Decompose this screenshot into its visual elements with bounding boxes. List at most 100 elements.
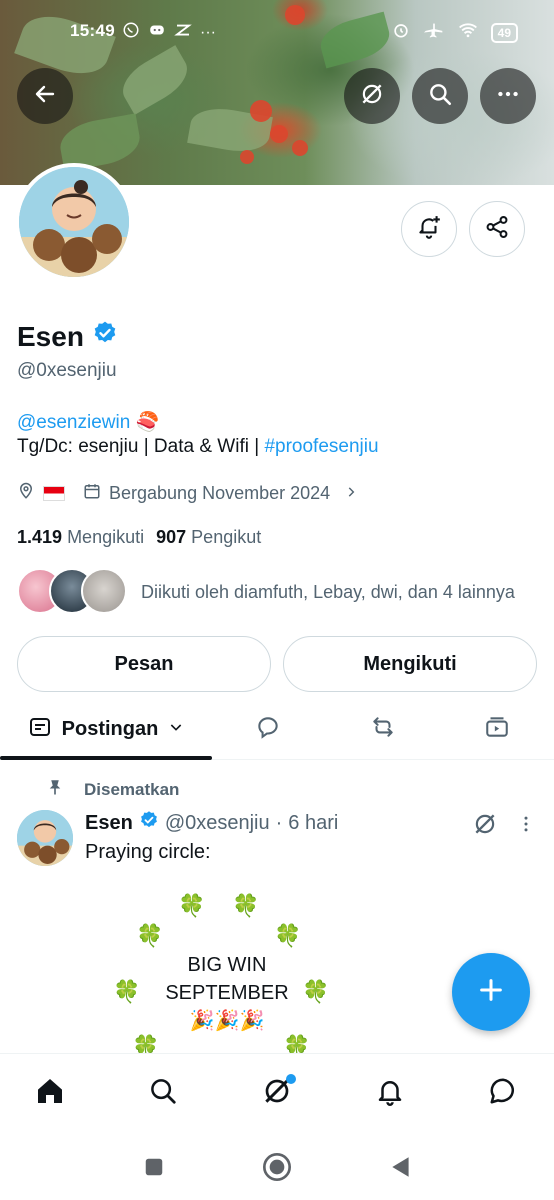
avatar	[81, 568, 127, 614]
repost-icon	[370, 714, 396, 745]
back-system-button[interactable]	[388, 1154, 414, 1185]
profile-handle: @0xesenjiu	[17, 360, 117, 381]
followers-link[interactable]: 907 Pengikut	[156, 527, 261, 548]
share-profile-button[interactable]	[469, 201, 525, 257]
tab-reposts[interactable]	[355, 700, 411, 758]
status-system-icons: 49	[391, 20, 518, 45]
followed-by-avatars[interactable]	[17, 568, 127, 614]
calendar-icon	[83, 482, 101, 505]
clover-emoji: 🍀	[136, 923, 164, 948]
bio-emoji: 🍣	[135, 412, 160, 433]
followed-by-text[interactable]: Diikuti oleh diamfuth, Lebay, dwi, dan 4…	[141, 582, 515, 603]
location-pin-icon	[17, 481, 35, 506]
more-options-button[interactable]	[480, 68, 536, 124]
bio-mention-link[interactable]: @esenziewin	[17, 412, 130, 433]
home-system-button[interactable]	[261, 1151, 293, 1188]
back-button[interactable]	[17, 68, 73, 124]
bio-hashtag-link[interactable]: #proofesenjiu	[264, 436, 378, 457]
party-emojis: 🎉🎉🎉	[189, 1010, 265, 1032]
follow-stats: 1.419 Mengikuti 907 Pengikut	[17, 527, 261, 548]
airplane-mode-icon	[423, 20, 445, 45]
pinned-indicator: Disematkan	[46, 777, 179, 802]
grok-button[interactable]	[344, 68, 400, 124]
tab-media[interactable]	[469, 700, 525, 758]
nav-home[interactable]	[33, 1076, 67, 1110]
notification-dot	[286, 1074, 296, 1084]
chat-bubble-icon	[488, 1076, 518, 1111]
media-icon	[484, 714, 510, 745]
status-notification-icons: ···	[122, 21, 216, 44]
grok-icon	[359, 81, 385, 112]
post-author-handle[interactable]: @0xesenjiu	[165, 812, 270, 835]
pinned-label: Disematkan	[84, 779, 180, 799]
post-separator: ·	[275, 811, 283, 834]
following-label: Mengikuti	[67, 527, 145, 547]
tab-posts[interactable]: Postingan	[0, 700, 212, 758]
chevron-down-icon	[168, 719, 184, 740]
chevron-right-icon[interactable]	[344, 483, 358, 504]
post-author-avatar[interactable]	[17, 810, 73, 866]
profile-avatar[interactable]	[15, 163, 133, 281]
status-time: 15:49	[70, 21, 115, 40]
clover-emoji: 🍀	[113, 979, 141, 1004]
battery-indicator: 49	[490, 22, 518, 43]
tab-replies[interactable]	[240, 700, 296, 758]
following-link[interactable]: 1.419 Mengikuti	[17, 527, 144, 548]
verified-badge-icon[interactable]	[92, 320, 118, 353]
bell-plus-icon	[416, 214, 442, 245]
nav-notifications[interactable]	[373, 1076, 407, 1110]
home-icon	[34, 1075, 66, 1112]
status-bar: 15:49 ··· 49	[0, 0, 554, 64]
big-win-line-2: SEPTEMBER	[165, 982, 289, 1004]
following-count: 1.419	[17, 527, 63, 547]
profile-name: Esen	[17, 320, 84, 352]
post-text: Praying circle:	[85, 841, 211, 863]
alarm-icon	[391, 20, 411, 45]
post-header: Esen @0xesenjiu · 6 hari	[85, 810, 338, 836]
bio-line-1: @esenziewin 🍣	[17, 410, 159, 434]
bio-line-2: Tg/Dc: esenjiu | Data & Wifi | #proofese…	[17, 436, 379, 458]
location-flag	[43, 486, 65, 501]
profile-name-row: Esen	[17, 320, 118, 353]
post-more-icon[interactable]	[516, 812, 536, 841]
verified-badge-icon	[139, 810, 159, 836]
big-win-line-1: BIG WIN	[187, 954, 267, 976]
recent-apps-button[interactable]	[143, 1156, 165, 1183]
nav-messages[interactable]	[486, 1076, 520, 1110]
grok-icon[interactable]	[472, 811, 498, 842]
share-icon	[484, 214, 510, 245]
clover-emoji: 🍀	[178, 893, 206, 918]
message-button[interactable]: Pesan	[17, 636, 271, 692]
following-button[interactable]: Mengikuti	[283, 636, 537, 692]
post-author-name[interactable]: Esen	[85, 812, 133, 835]
profile-meta: Bergabung November 2024	[17, 481, 358, 506]
active-tab-indicator	[0, 756, 212, 760]
plus-icon	[477, 976, 505, 1009]
system-navigation-bar	[0, 1135, 554, 1200]
bio-text: Tg/Dc: esenjiu | Data & Wifi |	[17, 436, 265, 457]
join-date: Bergabung November 2024	[109, 483, 331, 503]
followers-label: Pengikut	[191, 527, 262, 547]
profile-tabs: Postingan	[0, 700, 554, 760]
nav-grok[interactable]	[260, 1074, 296, 1110]
discord-icon	[148, 21, 166, 44]
capcut-icon	[174, 21, 192, 44]
wifi-icon	[457, 20, 479, 45]
clover-emoji: 🍀	[232, 893, 260, 918]
followers-count: 907	[156, 527, 187, 547]
whatsapp-icon	[122, 21, 140, 44]
bottom-navigation	[0, 1053, 554, 1135]
notifications-subscribe-button[interactable]	[401, 201, 457, 257]
nav-explore[interactable]	[146, 1076, 180, 1110]
clover-emoji: 🍀	[274, 923, 302, 948]
search-button[interactable]	[412, 68, 468, 124]
tab-posts-label: Postingan	[61, 717, 159, 740]
more-horizontal-icon	[495, 81, 521, 112]
reply-icon	[255, 714, 281, 745]
post-time[interactable]: 6 hari	[288, 812, 338, 835]
posts-icon	[28, 715, 52, 744]
compose-post-button[interactable]	[452, 953, 530, 1031]
search-icon	[148, 1076, 178, 1111]
pin-icon	[46, 777, 64, 802]
clover-emoji: 🍀	[302, 979, 330, 1004]
